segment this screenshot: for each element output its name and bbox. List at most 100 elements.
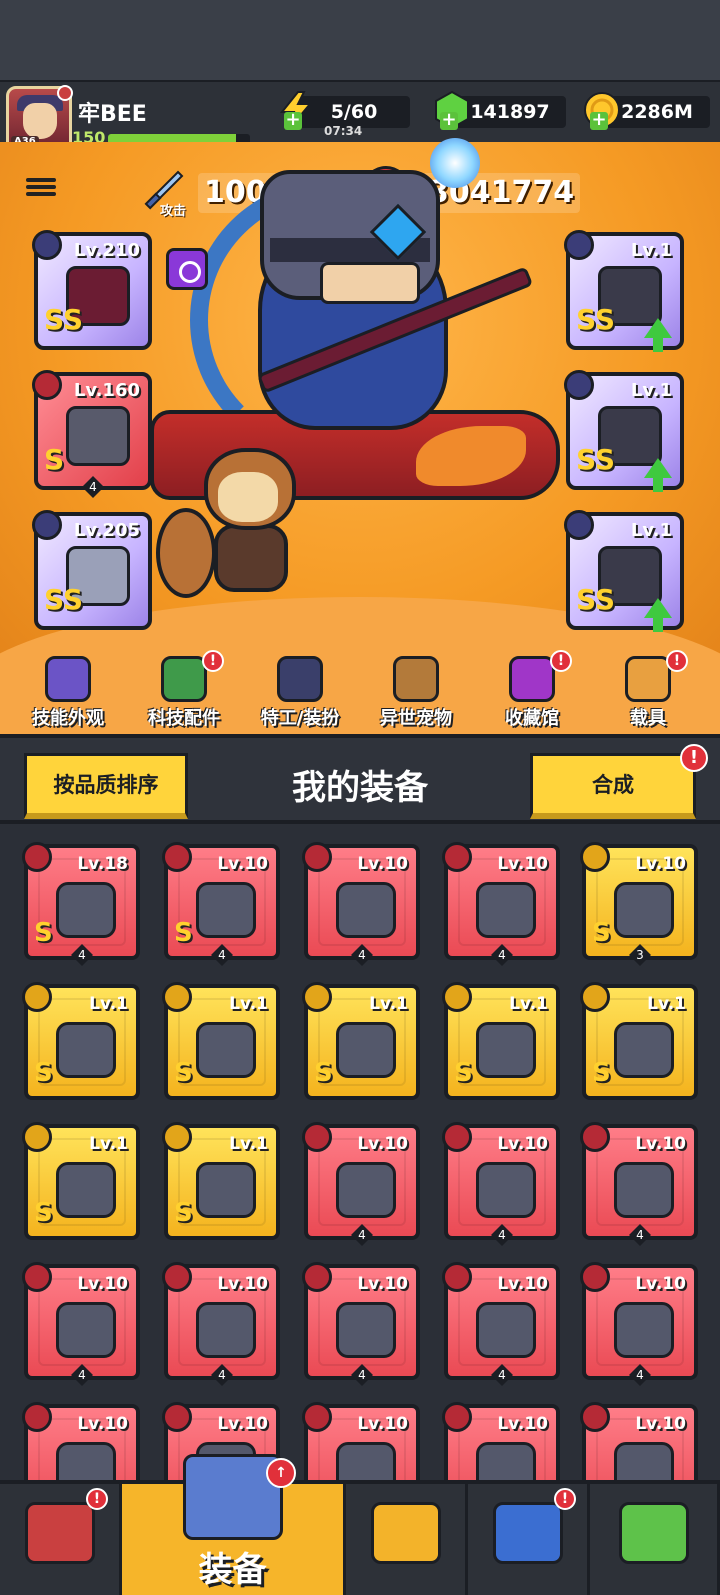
equipment-grade: S: [454, 1058, 473, 1088]
bottom-tab-equipment[interactable]: 装备 ↑: [122, 1454, 346, 1595]
tech-parts-icon: [161, 656, 207, 702]
slot-type-icon: [302, 1262, 332, 1292]
world-icon: [492, 1502, 563, 1564]
hero-nav-agent[interactable]: 特工/装扮: [240, 656, 360, 730]
equipment-card[interactable]: Lv.10: [302, 1402, 420, 1480]
equipment-card[interactable]: Lv.18 S 4: [22, 842, 140, 966]
hero-nav-skill-skin[interactable]: 技能外观: [8, 656, 128, 730]
avatar-face: [23, 103, 57, 139]
hero-nav-vehicle[interactable]: 载具!: [588, 650, 708, 730]
equipment-card[interactable]: Lv.10: [22, 1402, 140, 1480]
bottom-navigation: ! 装备 ↑!: [0, 1454, 720, 1595]
armor-icon: [56, 882, 116, 938]
equipment-level: Lv.10: [77, 1274, 128, 1294]
alert-badge: !: [550, 650, 572, 672]
equipment-card[interactable]: Lv.10 4: [302, 1262, 420, 1386]
equipment-card[interactable]: Lv.1 S: [302, 982, 420, 1100]
hero-nav-collection[interactable]: 收藏馆!: [472, 650, 592, 730]
vest-icon: [614, 1162, 674, 1218]
equipment-stars: 4: [491, 1364, 513, 1386]
slot-type-icon: [162, 1402, 192, 1432]
equipment-card[interactable]: Lv.1 S: [442, 982, 560, 1100]
pet-squirrel: [156, 448, 304, 608]
gem-plus-icon[interactable]: +: [440, 111, 458, 130]
slot-type-icon: [302, 982, 332, 1012]
equipment-stars: 4: [491, 944, 513, 966]
fang-necklace-icon: [336, 1302, 396, 1358]
coin-counter[interactable]: + 2286M: [584, 92, 710, 130]
equipment-stars: 4: [351, 1224, 373, 1246]
bottom-tab-label: 装备: [198, 1550, 267, 1590]
energy-value: 5/60: [330, 101, 378, 123]
slot-grade: S: [44, 443, 65, 476]
equipped-belt-slot[interactable]: Lv.1 SS: [564, 370, 684, 492]
player-name: 牢BEE: [78, 102, 147, 127]
equipment-grade: S: [174, 1058, 193, 1088]
armor-icon: [56, 1022, 116, 1078]
equipment-card[interactable]: Lv.10 S 4: [162, 842, 280, 966]
alert-badge: !: [666, 650, 688, 672]
skill-gem-button[interactable]: [166, 248, 208, 290]
armor-icon: [196, 1302, 256, 1358]
bottom-tab-world[interactable]: !: [468, 1484, 590, 1595]
hero-face: [320, 262, 420, 304]
settings-gear-icon[interactable]: [57, 85, 73, 101]
equipment-stars: 4: [351, 1364, 373, 1386]
equipment-card[interactable]: Lv.10 S 3: [580, 842, 698, 966]
equipped-necklace-slot[interactable]: Lv.160 S 4: [32, 370, 152, 498]
equipped-armor-slot[interactable]: Lv.1 SS: [564, 230, 684, 352]
equipment-card[interactable]: Lv.1 S: [162, 982, 280, 1100]
slot-type-icon: [442, 842, 472, 872]
equipment-card[interactable]: Lv.10 4: [442, 842, 560, 966]
equipped-weapon-slot[interactable]: Lv.210 SS: [32, 230, 152, 350]
coin-plus-icon[interactable]: +: [590, 111, 608, 130]
equipment-level: Lv.1: [509, 994, 548, 1014]
slot-type-icon: [442, 1122, 472, 1152]
equipped-glove-slot[interactable]: Lv.205 SS: [32, 510, 152, 630]
slot-level: Lv.160: [73, 380, 140, 401]
equipment-card[interactable]: Lv.10 4: [302, 1122, 420, 1246]
energy-plus-icon[interactable]: +: [284, 111, 302, 130]
boot-icon: [476, 1442, 536, 1480]
equipment-card[interactable]: Lv.10: [580, 1402, 698, 1480]
equipment-card[interactable]: Lv.10 4: [580, 1122, 698, 1246]
bottom-tab-shop[interactable]: !: [0, 1484, 122, 1595]
upgrade-arrow-icon: [644, 598, 672, 632]
slot-type-icon: [580, 982, 610, 1012]
hero-orb: [430, 138, 480, 188]
equipment-stars: 4: [71, 1364, 93, 1386]
equipped-boots-slot[interactable]: Lv.1 SS: [564, 510, 684, 632]
equipment-card[interactable]: Lv.1 S: [162, 1122, 280, 1240]
slot-type-icon: [302, 1402, 332, 1432]
slot-grade: SS: [576, 583, 616, 616]
equipment-card[interactable]: Lv.10: [442, 1402, 560, 1480]
slot-type-icon: [22, 842, 52, 872]
slot-type-icon: [162, 842, 192, 872]
ring-icon: [56, 1442, 116, 1480]
equipment-level: Lv.1: [89, 994, 128, 1014]
equipment-card[interactable]: Lv.10 4: [442, 1122, 560, 1246]
equipment-card[interactable]: Lv.1 S: [22, 982, 140, 1100]
armor-icon: [476, 1022, 536, 1078]
gem-counter[interactable]: + 141897: [435, 90, 566, 130]
equipment-card[interactable]: Lv.1 S: [22, 1122, 140, 1240]
equipment-card[interactable]: Lv.10 4: [302, 842, 420, 966]
hero-nav-pet[interactable]: 异世宠物: [356, 656, 476, 730]
weapon-type-icon: [32, 230, 62, 260]
collection-icon: [509, 656, 555, 702]
merge-button[interactable]: 合成: [530, 753, 696, 819]
equipment-card[interactable]: Lv.10 4: [162, 1262, 280, 1386]
bottom-tab-lab[interactable]: [590, 1484, 720, 1595]
equipment-level: Lv.1: [229, 994, 268, 1014]
equipment-card[interactable]: Lv.1 S: [580, 982, 698, 1100]
equipment-card[interactable]: Lv.10 4: [22, 1262, 140, 1386]
menu-list-icon[interactable]: [26, 175, 56, 203]
equipment-card[interactable]: Lv.10 4: [580, 1262, 698, 1386]
equipment-card[interactable]: Lv.10 4: [442, 1262, 560, 1386]
bottom-tab-battle[interactable]: [346, 1484, 468, 1595]
slot-type-icon: [162, 982, 192, 1012]
slot-type-icon: [22, 982, 52, 1012]
hero-nav-tech-parts[interactable]: 科技配件!: [124, 650, 244, 730]
equipment-level: Lv.10: [77, 1414, 128, 1434]
equipment-level: Lv.10: [497, 1414, 548, 1434]
